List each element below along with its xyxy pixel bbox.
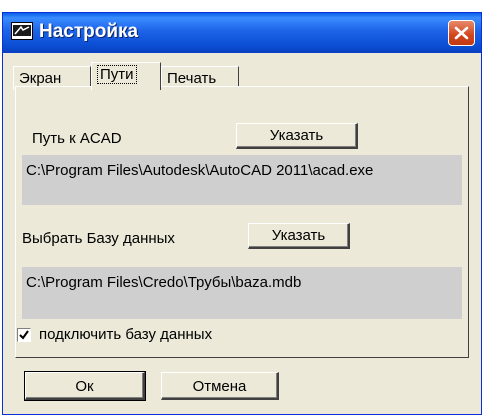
close-button[interactable] <box>448 20 475 46</box>
database-browse-button[interactable]: Указать <box>248 223 350 249</box>
button-label: Отмена <box>192 378 247 395</box>
database-label: Выбрать Базу данных <box>22 230 175 247</box>
button-label: Указать <box>271 227 326 244</box>
tab-paths[interactable]: Пути <box>91 62 161 90</box>
connect-db-label: подключить базу данных <box>39 326 213 343</box>
database-path-value: C:\Program Files\Credo\Трубы\baza.mdb <box>26 274 302 291</box>
button-label: Указать <box>269 127 324 144</box>
acad-path-label: Путь к ACAD <box>32 130 122 147</box>
tab-label: Пути <box>97 65 137 84</box>
window-title: Настройка <box>39 21 139 42</box>
database-path-field: C:\Program Files\Credo\Трубы\baza.mdb <box>22 267 462 319</box>
ok-button[interactable]: Ок <box>24 371 146 401</box>
settings-dialog: Настройка Экран Пути Печать Путь к ACAD … <box>2 12 482 415</box>
cancel-button[interactable]: Отмена <box>161 372 279 400</box>
button-label: Ок <box>75 378 94 395</box>
tab-panel-paths: Путь к ACAD Указать C:\Program Files\Aut… <box>15 86 469 358</box>
acad-path-value: C:\Program Files\Autodesk\AutoCAD 2011\a… <box>26 162 374 179</box>
connect-db-checkbox[interactable] <box>17 328 31 342</box>
close-icon <box>454 26 469 40</box>
checkmark-icon <box>19 330 29 340</box>
acad-app-icon <box>11 22 33 40</box>
tab-label: Экран <box>19 70 62 87</box>
tab-label: Печать <box>167 70 217 87</box>
acad-path-field: C:\Program Files\Autodesk\AutoCAD 2011\a… <box>22 155 462 205</box>
acad-browse-button[interactable]: Указать <box>236 123 358 149</box>
title-bar[interactable]: Настройка <box>3 13 481 53</box>
